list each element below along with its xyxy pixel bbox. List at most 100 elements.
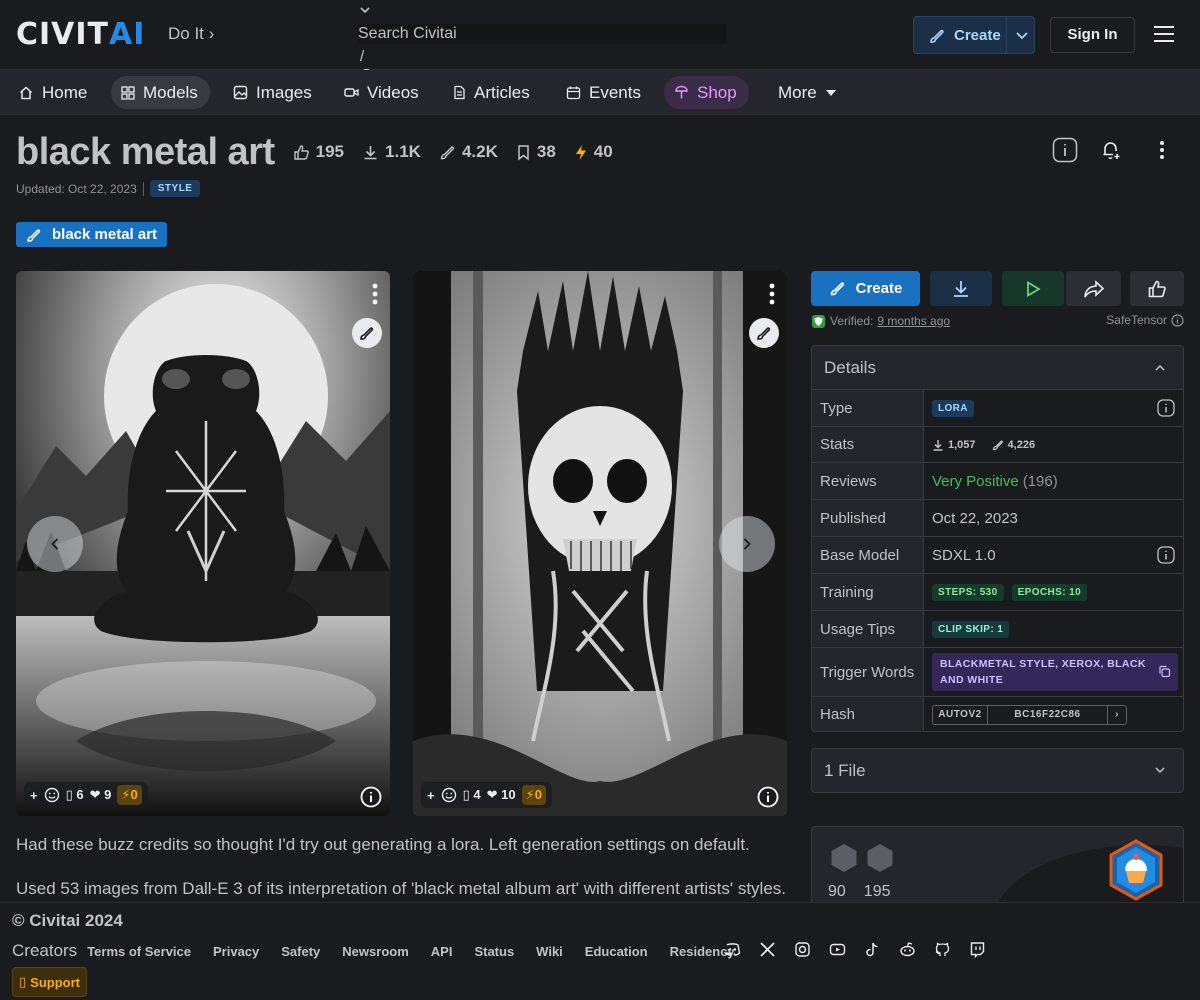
instagram-icon[interactable] <box>794 941 811 958</box>
tagline-link[interactable]: Do It › <box>168 24 214 44</box>
footer-link-safety[interactable]: Safety <box>281 944 320 959</box>
discord-icon[interactable] <box>724 941 741 958</box>
info-icon[interactable] <box>1157 546 1175 564</box>
generation-count: 4.2K <box>439 142 498 162</box>
info-icon[interactable] <box>360 786 382 808</box>
tip-buzz[interactable]: ⚡0 <box>521 785 546 805</box>
hash-selector[interactable]: AUTOV2 BC16F22C86 › <box>932 704 1127 725</box>
menu-icon[interactable] <box>1154 26 1174 44</box>
footer-link-creators[interactable]: Creators <box>12 941 77 961</box>
row-key: Trigger Words <box>812 648 924 696</box>
trigger-words-badge[interactable]: BLACKMETAL STYLE, XEROX, BLACK AND WHITE <box>932 653 1178 691</box>
chevron-down-icon[interactable] <box>358 4 372 16</box>
tip-buzz[interactable]: ⚡0 <box>117 785 142 805</box>
remix-button[interactable] <box>352 318 382 348</box>
reaction-count: ▯ 4 <box>462 787 481 802</box>
remix-button[interactable] <box>749 318 779 348</box>
tip-buzz-value: 0 <box>534 787 542 802</box>
nav-shop-label: Shop <box>697 82 737 102</box>
share-button[interactable] <box>1066 271 1121 306</box>
nav-articles[interactable]: Articles <box>442 76 542 109</box>
verified-date-link[interactable]: 9 months ago <box>877 314 950 328</box>
row-value[interactable]: Very Positive (196) <box>924 463 1183 499</box>
nav-shop[interactable]: Shop <box>664 76 749 109</box>
more-vertical-icon[interactable] <box>372 283 378 305</box>
copy-icon[interactable] <box>1158 665 1171 678</box>
reddit-icon[interactable] <box>899 941 916 958</box>
civitai-logo[interactable]: CIVIT AI <box>16 17 145 52</box>
add-reaction-icon[interactable]: + <box>427 788 435 803</box>
generation-count-value: 4.2K <box>461 142 498 161</box>
footer-link-status[interactable]: Status <box>474 944 514 959</box>
reaction-bar[interactable]: + ▯ 6 ❤ 9 ⚡0 <box>24 782 148 808</box>
carousel-next-button[interactable] <box>719 516 775 572</box>
nav-articles-label: Articles <box>474 82 530 102</box>
more-vertical-icon[interactable] <box>769 283 775 305</box>
create-with-model-button[interactable]: Create <box>811 271 920 306</box>
files-accordion[interactable]: 1 File <box>811 748 1184 793</box>
chevron-right-icon[interactable]: › <box>1108 706 1126 724</box>
footer-link-wiki[interactable]: Wiki <box>536 944 563 959</box>
nav-events[interactable]: Events <box>556 76 653 109</box>
run-model-button[interactable] <box>1002 271 1064 306</box>
type-badge[interactable]: LORA <box>932 399 974 417</box>
chevron-down-icon[interactable] <box>1014 27 1030 43</box>
smile-icon[interactable] <box>441 787 457 803</box>
details-title: Details <box>824 357 876 377</box>
footer-link-newsroom[interactable]: Newsroom <box>342 944 408 959</box>
search-shortcut-hint: / <box>360 48 365 65</box>
details-row-type: Type LORA <box>812 390 1183 427</box>
details-header[interactable]: Details <box>812 346 1183 390</box>
reaction-bar[interactable]: + ▯ 4 ❤ 10 ⚡0 <box>421 782 552 808</box>
review-sentiment[interactable]: Very Positive <box>932 473 1019 490</box>
add-reaction-icon[interactable]: + <box>30 788 38 803</box>
create-button[interactable]: Create <box>913 16 1035 54</box>
chevron-up-icon[interactable] <box>1153 361 1167 375</box>
info-button[interactable] <box>1051 136 1079 164</box>
nav-models[interactable]: Models <box>111 76 210 109</box>
github-icon[interactable] <box>934 941 951 958</box>
nav-more[interactable]: More <box>768 76 849 109</box>
nav-events-label: Events <box>589 82 641 102</box>
style-badge[interactable]: STYLE <box>149 180 201 197</box>
heart-count[interactable]: ❤ 10 <box>487 787 516 803</box>
tiktok-icon[interactable] <box>864 941 881 958</box>
nav-videos[interactable]: Videos <box>334 76 431 109</box>
verified-line: Verified: 9 months ago SafeTensor <box>811 312 1184 330</box>
heart-count[interactable]: ❤ 9 <box>90 787 112 803</box>
buzz-count[interactable]: 40 <box>574 142 613 162</box>
info-icon[interactable] <box>1157 399 1175 417</box>
version-tab[interactable]: black metal art <box>16 222 168 247</box>
x-twitter-icon[interactable] <box>759 941 776 958</box>
carousel-prev-button[interactable] <box>27 516 83 572</box>
notify-button[interactable] <box>1097 136 1125 164</box>
sign-in-button[interactable]: Sign In <box>1050 17 1135 53</box>
reaction-count: ▯ 6 <box>65 787 84 802</box>
footer-link-education[interactable]: Education <box>585 944 648 959</box>
collect-count[interactable]: 38 <box>516 142 556 162</box>
nav-models-label: Models <box>143 82 198 102</box>
info-icon[interactable] <box>1171 313 1184 327</box>
hash-value[interactable]: BC16F22C86 <box>988 705 1108 724</box>
support-button[interactable]: ▯ Support <box>12 967 87 997</box>
nav-home[interactable]: Home <box>8 76 99 109</box>
info-icon[interactable] <box>757 786 779 808</box>
search-input[interactable] <box>358 24 726 44</box>
footer-link-privacy[interactable]: Privacy <box>213 944 259 959</box>
download-button[interactable] <box>930 271 992 306</box>
chevron-right-icon: › <box>208 24 215 43</box>
smile-icon[interactable] <box>44 787 60 803</box>
more-options-button[interactable] <box>1148 136 1176 164</box>
like-button[interactable] <box>1130 271 1184 306</box>
details-row-base-model: Base Model SDXL 1.0 <box>812 537 1183 574</box>
like-count[interactable]: 195 <box>293 142 344 162</box>
footer-link-terms[interactable]: Terms of Service <box>87 944 191 959</box>
youtube-icon[interactable] <box>829 941 846 958</box>
cupcake-badge-icon <box>1109 839 1163 901</box>
updated-line: Updated: Oct 22, 2023 STYLE <box>16 180 201 197</box>
hash-type[interactable]: AUTOV2 <box>933 705 988 724</box>
footer-link-api[interactable]: API <box>431 944 453 959</box>
nav-images[interactable]: Images <box>223 76 324 109</box>
chevron-left-icon <box>51 538 59 550</box>
twitch-icon[interactable] <box>969 941 986 958</box>
